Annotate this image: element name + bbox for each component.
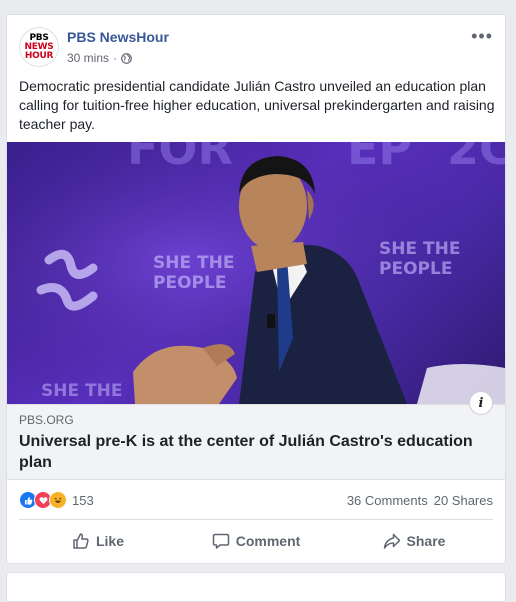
comment-button[interactable]: Comment [177,523,335,559]
post-meta: 30 mins · [67,51,132,65]
shares-count-link[interactable]: 20 Shares [434,493,493,508]
share-label: Share [406,533,446,549]
photo-illustration: FOR EP 2C SHE THE PEOPLE SHE THE PEOPLE … [7,142,505,404]
meta-separator: · [113,51,118,65]
svg-text:2C: 2C [447,142,505,175]
page-name-link[interactable]: PBS NewsHour [67,29,169,45]
more-options-button[interactable]: ••• [471,27,493,45]
post-card: PBS NEWS HOUR PBS NewsHour 30 mins · •••… [6,14,506,564]
link-title[interactable]: Universal pre-K is at the center of Juli… [19,431,489,473]
info-icon[interactable]: i [469,391,493,415]
comment-share-counts: 36 Comments 20 Shares [347,493,493,508]
link-preview-image[interactable]: FOR EP 2C SHE THE PEOPLE SHE THE PEOPLE … [7,142,505,404]
photo-bg-text-5: SHE THE [41,381,122,401]
thumbs-up-icon [73,533,89,549]
share-button[interactable]: Share [335,523,493,559]
photo-bg-text-2: PEOPLE [153,273,226,293]
photo-bg-text-4: PEOPLE [379,259,452,279]
link-domain: PBS.ORG [19,413,74,427]
svg-text:FOR: FOR [127,142,233,175]
actions-divider [19,519,493,520]
next-post-card [6,572,506,602]
globe-icon[interactable] [121,52,132,64]
engagement-stats: 153 36 Comments 20 Shares [19,489,493,513]
share-arrow-icon [383,533,400,549]
photo-bg-text-1: SHE THE [153,253,234,273]
reactions-summary[interactable]: 153 [19,491,94,509]
post-actions: Like Comment Share [19,523,493,559]
svg-text:EP: EP [347,142,412,175]
post-message: Democratic presidential candidate Julián… [19,78,495,132]
photo-bg-text-3: SHE THE [379,239,460,259]
comment-icon [212,533,229,549]
like-button[interactable]: Like [19,523,177,559]
haha-reaction-icon [49,491,67,509]
comments-count-link[interactable]: 36 Comments [347,493,428,508]
post-timestamp[interactable]: 30 mins [67,51,109,65]
link-preview-meta[interactable]: i PBS.ORG Universal pre-K is at the cent… [7,391,505,480]
page-avatar[interactable]: PBS NEWS HOUR [19,27,59,67]
like-label: Like [95,533,124,549]
reaction-count: 153 [72,492,94,508]
avatar-line-3: HOUR [24,50,54,61]
comment-label: Comment [235,533,301,549]
post-header: PBS NEWS HOUR PBS NewsHour 30 mins · ••• [19,27,493,71]
